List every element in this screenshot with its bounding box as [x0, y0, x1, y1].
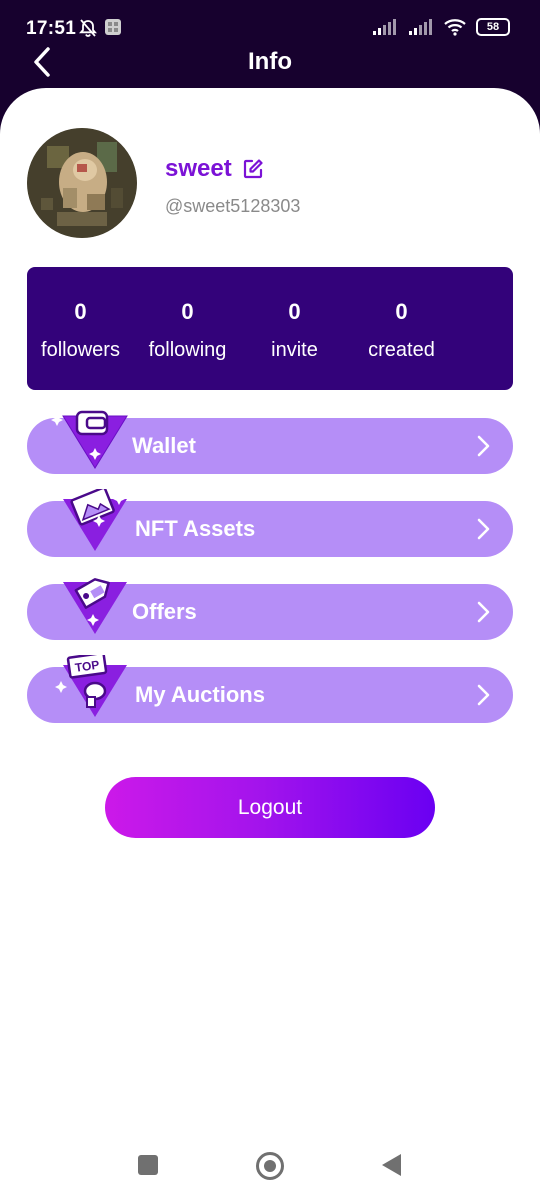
avatar[interactable]	[27, 128, 137, 238]
page-title: Info	[248, 48, 292, 75]
stat-followers[interactable]: 0 followers	[27, 267, 134, 390]
avatar-image	[27, 128, 137, 238]
stat-value: 0	[181, 299, 194, 324]
battery-icon: 58	[476, 18, 510, 36]
logout-button[interactable]: Logout	[105, 777, 435, 838]
recents-icon[interactable]	[138, 1155, 158, 1175]
stat-value: 0	[74, 299, 87, 324]
menu-label-my-auctions: My Auctions	[135, 682, 265, 707]
system-nav-bar	[0, 1130, 540, 1200]
status-time: 17:51	[26, 18, 77, 39]
stat-label: created	[368, 339, 435, 361]
menu-label-offers: Offers	[132, 599, 197, 624]
chevron-right-icon	[477, 518, 490, 540]
menu-item-offers[interactable]: Offers	[27, 578, 513, 640]
top-auction-icon: TOP	[55, 655, 127, 717]
back-triangle-icon[interactable]	[382, 1154, 401, 1176]
menu-item-my-auctions[interactable]: TOP My Auctions	[27, 655, 513, 723]
stats-panel: 0 followers 0 following 0 invite 0 creat…	[27, 267, 513, 390]
wallet-icon	[51, 410, 128, 469]
profile-handle: @sweet5128303	[165, 196, 301, 216]
battery-level: 58	[486, 21, 500, 33]
chevron-right-icon	[477, 435, 490, 457]
status-right: 58	[372, 18, 510, 36]
bell-muted-icon	[79, 19, 97, 37]
signal-icon-2	[409, 19, 432, 35]
price-tag-icon	[63, 578, 127, 634]
stat-created[interactable]: 0 created	[348, 267, 455, 390]
stat-invite[interactable]: 0 invite	[241, 267, 348, 390]
menu-item-wallet[interactable]: Wallet	[27, 410, 513, 474]
menu-label-nft-assets: NFT Assets	[135, 516, 256, 541]
app-notification-icon	[105, 19, 121, 35]
menu-label-wallet: Wallet	[132, 433, 196, 458]
stat-label: followers	[41, 339, 120, 361]
profile-name: sweet	[165, 155, 232, 182]
nft-image-icon	[63, 489, 127, 551]
edit-icon[interactable]	[242, 158, 264, 180]
chevron-right-icon	[477, 601, 490, 623]
home-icon[interactable]	[256, 1152, 284, 1180]
stat-label: following	[148, 339, 227, 361]
wifi-icon	[444, 19, 466, 36]
signal-icon	[373, 19, 396, 35]
stat-value: 0	[395, 299, 408, 324]
stat-value: 0	[288, 299, 301, 324]
stat-label: invite	[271, 339, 318, 361]
stat-following[interactable]: 0 following	[134, 267, 241, 390]
menu-item-nft-assets[interactable]: NFT Assets	[27, 489, 513, 557]
chevron-right-icon	[477, 684, 490, 706]
profile-name-row: sweet	[165, 155, 264, 183]
